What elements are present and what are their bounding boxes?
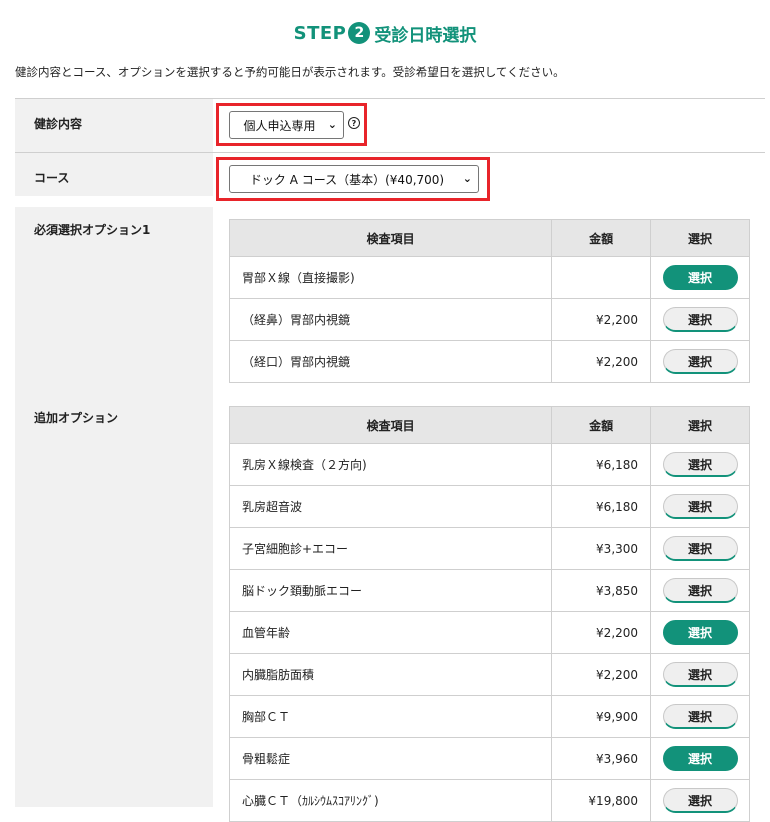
option-price: ¥2,200 — [551, 298, 652, 341]
step-number-badge: 2 — [348, 22, 371, 44]
select-button[interactable]: 選択 — [662, 746, 738, 771]
select-button[interactable]: 選択 — [662, 578, 738, 603]
option-price: ¥3,300 — [551, 527, 652, 570]
table-header-row: 検査項目 金額 選択 — [228, 219, 750, 257]
option-price: ¥19,800 — [551, 779, 652, 822]
option-select-cell: 選択 — [650, 527, 750, 570]
option-price — [551, 256, 652, 299]
option-item-name: （経鼻）胃部内視鏡 — [228, 298, 553, 341]
table-row: 内臓脂肪面積 ¥2,200 選択 — [228, 653, 750, 696]
option-price: ¥9,900 — [551, 695, 652, 738]
table-row: 胃部Ｘ線（直接撮影) 選択 — [228, 256, 750, 299]
option-item-name: （経口）胃部内視鏡 — [228, 340, 553, 383]
course-select-value: ドック A コース（基本）(¥40,700) — [249, 172, 445, 187]
header-item: 検査項目 — [228, 406, 553, 444]
option-price: ¥6,180 — [551, 443, 652, 486]
header-price: 金額 — [551, 406, 652, 444]
table-row: 骨粗鬆症 ¥3,960 選択 — [228, 737, 750, 780]
step-label: 受診日時選択 — [374, 25, 477, 46]
select-button[interactable]: 選択 — [662, 452, 738, 477]
option-item-name: 脳ドック頚動脈エコー — [228, 569, 553, 612]
option-select-cell: 選択 — [650, 256, 750, 299]
table-row: 胸部ＣＴ ¥9,900 選択 — [228, 695, 750, 738]
select-button[interactable]: 選択 — [662, 662, 738, 687]
table-row: （経口）胃部内視鏡 ¥2,200 選択 — [228, 340, 750, 383]
exam-type-select[interactable]: 個人申込専用 ⌄ — [229, 111, 344, 139]
select-button[interactable]: 選択 — [662, 494, 738, 519]
header-select: 選択 — [650, 219, 750, 257]
option-select-cell: 選択 — [650, 298, 750, 341]
option-select-cell: 選択 — [650, 779, 750, 822]
required-options-table: 検査項目 金額 選択 胃部Ｘ線（直接撮影) 選択 （経鼻）胃部内視鏡 ¥2,200 選択… — [228, 219, 750, 383]
option-select-cell: 選択 — [650, 340, 750, 383]
option-item-name: 乳房超音波 — [228, 485, 553, 528]
select-button[interactable]: 選択 — [662, 265, 738, 290]
option-item-name: 胃部Ｘ線（直接撮影) — [228, 256, 553, 299]
option-select-cell: 選択 — [650, 611, 750, 654]
intro-text: 健診内容とコース、オプションを選択すると予約可能日が表示されます。受診希望日を選… — [15, 65, 565, 79]
option-select-cell: 選択 — [650, 485, 750, 528]
option-select-cell: 選択 — [650, 569, 750, 612]
table-row: 血管年齢 ¥2,200 選択 — [228, 611, 750, 654]
option-price: ¥2,200 — [551, 340, 652, 383]
option-price: ¥3,960 — [551, 737, 652, 780]
exam-type-label: 健診内容 — [15, 99, 213, 152]
select-button[interactable]: 選択 — [662, 307, 738, 332]
course-select[interactable]: ドック A コース（基本）(¥40,700) ⌄ — [229, 165, 479, 193]
select-button[interactable]: 選択 — [662, 620, 738, 645]
table-row: 乳房Ｘ線検査（２方向) ¥6,180 選択 — [228, 443, 750, 486]
select-button[interactable]: 選択 — [662, 536, 738, 561]
option-price: ¥6,180 — [551, 485, 652, 528]
select-button[interactable]: 選択 — [662, 704, 738, 729]
option-select-cell: 選択 — [650, 443, 750, 486]
step-word: STEP — [293, 22, 347, 44]
table-row: （経鼻）胃部内視鏡 ¥2,200 選択 — [228, 298, 750, 341]
additional-options-table: 検査項目 金額 選択 乳房Ｘ線検査（２方向) ¥6,180 選択 乳房超音波 ¥6,18… — [228, 406, 750, 822]
table-header-row: 検査項目 金額 選択 — [228, 406, 750, 444]
option-price: ¥2,200 — [551, 653, 652, 696]
table-row: 心臓ＣＴ（ｶﾙｼｳﾑｽｺｱﾘﾝｸﾞ) ¥19,800 選択 — [228, 779, 750, 822]
option-item-name: 胸部ＣＴ — [228, 695, 553, 738]
option-item-name: 血管年齢 — [228, 611, 553, 654]
exam-type-select-value: 個人申込専用 — [243, 118, 316, 133]
course-label: コース — [15, 153, 213, 196]
option-price: ¥2,200 — [551, 611, 652, 654]
select-button[interactable]: 選択 — [662, 788, 738, 813]
header-price: 金額 — [551, 219, 652, 257]
additional-options-label: 追加オプション — [34, 411, 119, 425]
table-row: 乳房超音波 ¥6,180 選択 — [228, 485, 750, 528]
select-button[interactable]: 選択 — [662, 349, 738, 374]
option-select-cell: 選択 — [650, 737, 750, 780]
option-item-name: 心臓ＣＴ（ｶﾙｼｳﾑｽｺｱﾘﾝｸﾞ) — [228, 779, 553, 822]
header-select: 選択 — [650, 406, 750, 444]
step-title: STEP 2 受診日時選択 — [0, 18, 770, 48]
options-label-column — [15, 207, 213, 807]
option-select-cell: 選択 — [650, 695, 750, 738]
option-item-name: 内臓脂肪面積 — [228, 653, 553, 696]
option-item-name: 子宮細胞診+エコー — [228, 527, 553, 570]
table-row: 脳ドック頚動脈エコー ¥3,850 選択 — [228, 569, 750, 612]
chevron-down-icon: ⌄ — [327, 118, 337, 131]
option-price: ¥3,850 — [551, 569, 652, 612]
required-options-label: 必須選択オプション1 — [34, 223, 151, 237]
header-item: 検査項目 — [228, 219, 553, 257]
chevron-down-icon: ⌄ — [462, 172, 472, 185]
option-item-name: 乳房Ｘ線検査（２方向) — [228, 443, 553, 486]
option-item-name: 骨粗鬆症 — [228, 737, 553, 780]
table-row: 子宮細胞診+エコー ¥3,300 選択 — [228, 527, 750, 570]
option-select-cell: 選択 — [650, 653, 750, 696]
question-circle-icon[interactable]: ? — [348, 117, 360, 129]
